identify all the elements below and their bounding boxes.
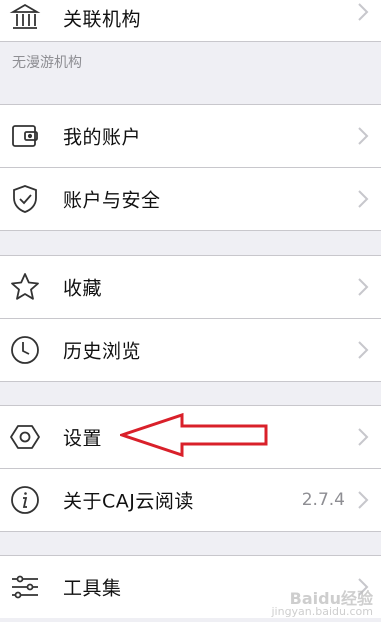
separator <box>0 531 381 532</box>
menu-label-toolset: 工具集 <box>63 577 122 600</box>
watermark: Baidu经验 jingyan.baidu.com <box>271 589 373 619</box>
app-version: 2.7.4 <box>301 490 345 510</box>
separator <box>0 230 381 231</box>
menu-item-history[interactable]: 历史浏览 <box>0 319 381 381</box>
watermark-brand: Baidu经验 <box>289 589 373 608</box>
shield-check-icon <box>9 183 41 215</box>
menu-label-favorites: 收藏 <box>63 277 103 300</box>
menu-label-settings: 设置 <box>63 427 103 450</box>
annotation-arrow <box>120 412 268 458</box>
menu-item-my-account[interactable]: 我的账户 <box>0 105 381 167</box>
star-icon <box>9 271 41 303</box>
chevron-right-icon <box>358 3 369 21</box>
menu-label-my-account: 我的账户 <box>63 126 142 149</box>
menu-label-account-security: 账户与安全 <box>63 189 161 212</box>
sliders-icon <box>9 571 41 603</box>
section-label-no-roaming: 无漫游机构 <box>12 55 82 71</box>
chevron-right-icon <box>358 491 369 509</box>
menu-item-about[interactable]: 关于CAJ云阅读 2.7.4 <box>0 469 381 531</box>
separator <box>0 381 381 382</box>
chevron-right-icon <box>358 190 369 208</box>
menu-item-account-security[interactable]: 账户与安全 <box>0 168 381 230</box>
menu-label-history: 历史浏览 <box>63 340 142 363</box>
chevron-right-icon <box>358 278 369 296</box>
bank-icon <box>9 1 41 33</box>
menu-item-favorites[interactable]: 收藏 <box>0 256 381 318</box>
chevron-right-icon <box>358 341 369 359</box>
menu-item-related-institution[interactable]: 关联机构 <box>0 0 381 41</box>
wallet-icon <box>9 120 41 152</box>
menu-label-about: 关于CAJ云阅读 <box>63 490 194 513</box>
chevron-right-icon <box>358 428 369 446</box>
clock-icon <box>9 334 41 366</box>
menu-label-related-institution: 关联机构 <box>63 8 142 31</box>
chevron-right-icon <box>358 127 369 145</box>
separator <box>0 41 381 42</box>
info-icon <box>9 484 41 516</box>
watermark-url: jingyan.baidu.com <box>271 605 373 618</box>
hexagon-gear-icon <box>9 421 41 453</box>
